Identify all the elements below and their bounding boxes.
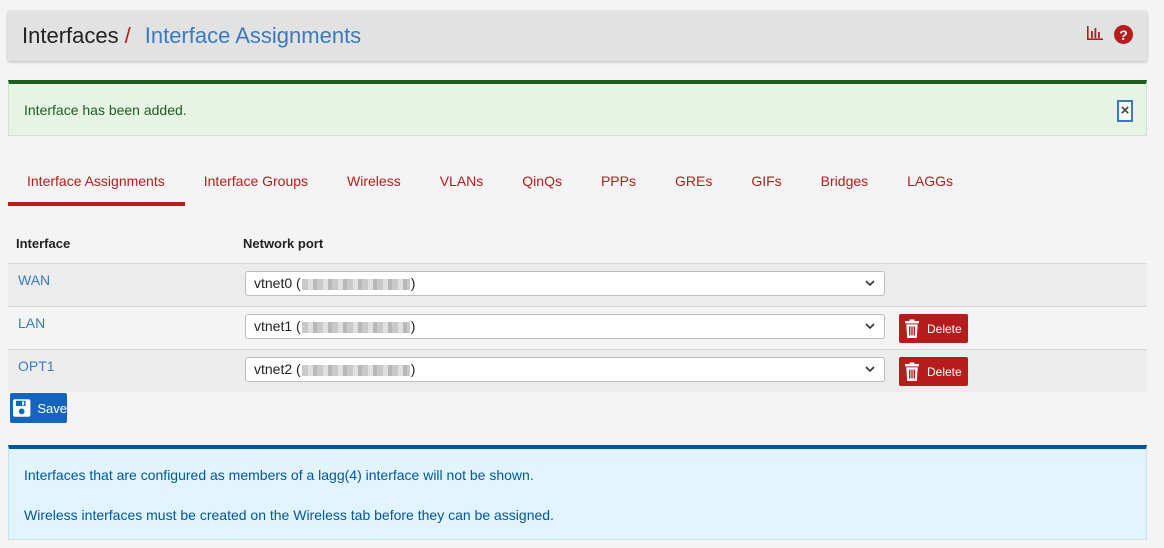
trash-icon xyxy=(905,319,919,338)
info-line-lagg: Interfaces that are configured as member… xyxy=(24,467,534,483)
table-row: OPT1 vtnet2 () Delete xyxy=(8,349,1147,392)
chevron-down-icon xyxy=(865,366,875,373)
tab-qinqs[interactable]: QinQs xyxy=(503,158,582,206)
column-header-network-port: Network port xyxy=(243,236,324,251)
success-alert: Interface has been added. × xyxy=(8,80,1147,136)
tab-wireless[interactable]: Wireless xyxy=(328,158,421,206)
info-line-wireless: Wireless interfaces must be created on t… xyxy=(24,507,554,523)
redacted-mac xyxy=(301,278,410,290)
alert-close-button[interactable]: × xyxy=(1117,100,1133,122)
interface-link[interactable]: LAN xyxy=(18,315,45,331)
bar-chart-icon[interactable] xyxy=(1086,25,1104,44)
select-value-prefix: vtnet2 ( xyxy=(254,361,301,377)
breadcrumb-root: Interfaces xyxy=(22,23,119,48)
save-label: Save xyxy=(37,400,67,416)
redacted-mac xyxy=(301,364,410,376)
select-value-suffix: ) xyxy=(410,275,416,291)
network-port-select[interactable]: vtnet0 () xyxy=(245,271,885,296)
select-value-suffix: ) xyxy=(410,318,416,334)
info-box: Interfaces that are configured as member… xyxy=(8,445,1147,540)
tab-vlans[interactable]: VLANs xyxy=(421,158,504,206)
select-value-suffix: ) xyxy=(410,361,416,377)
floppy-disk-icon xyxy=(12,399,31,417)
select-value-prefix: vtnet0 ( xyxy=(254,275,301,291)
table-row: WAN vtnet0 () xyxy=(8,263,1147,306)
breadcrumb-current[interactable]: Interface Assignments xyxy=(145,23,361,49)
chevron-down-icon xyxy=(865,280,875,287)
chevron-down-icon xyxy=(865,323,875,330)
select-value-prefix: vtnet1 ( xyxy=(254,318,301,334)
breadcrumb-separator: / xyxy=(124,23,131,48)
table-row: LAN vtnet1 () Delete xyxy=(8,306,1147,349)
tab-laggs[interactable]: LAGGs xyxy=(888,158,973,206)
save-button[interactable]: Save xyxy=(10,393,67,423)
redacted-mac xyxy=(301,321,410,333)
interface-link[interactable]: WAN xyxy=(18,272,50,288)
delete-button[interactable]: Delete xyxy=(899,314,968,343)
assignments-table: Interface Network port WAN vtnet0 () LAN… xyxy=(8,224,1147,392)
tab-interface-groups[interactable]: Interface Groups xyxy=(185,158,328,206)
table-header: Interface Network port xyxy=(8,224,1147,263)
tab-gres[interactable]: GREs xyxy=(656,158,732,206)
trash-icon xyxy=(905,362,919,381)
tab-ppps[interactable]: PPPs xyxy=(582,158,656,206)
network-port-select[interactable]: vtnet2 () xyxy=(245,357,885,382)
delete-button[interactable]: Delete xyxy=(899,357,968,386)
network-port-select[interactable]: vtnet1 () xyxy=(245,314,885,339)
alert-message: Interface has been added. xyxy=(24,102,187,118)
delete-label: Delete xyxy=(927,364,962,379)
delete-label: Delete xyxy=(927,321,962,336)
tab-bar: Interface Assignments Interface Groups W… xyxy=(8,158,973,206)
page-header: Interfaces / Interface Assignments ? xyxy=(8,11,1147,61)
tab-bridges[interactable]: Bridges xyxy=(802,158,888,206)
help-icon[interactable]: ? xyxy=(1114,25,1133,44)
interface-link[interactable]: OPT1 xyxy=(18,358,55,374)
tab-gifs[interactable]: GIFs xyxy=(732,158,801,206)
column-header-interface: Interface xyxy=(16,236,71,251)
tab-interface-assignments[interactable]: Interface Assignments xyxy=(8,158,185,206)
header-icons: ? xyxy=(1086,25,1133,44)
